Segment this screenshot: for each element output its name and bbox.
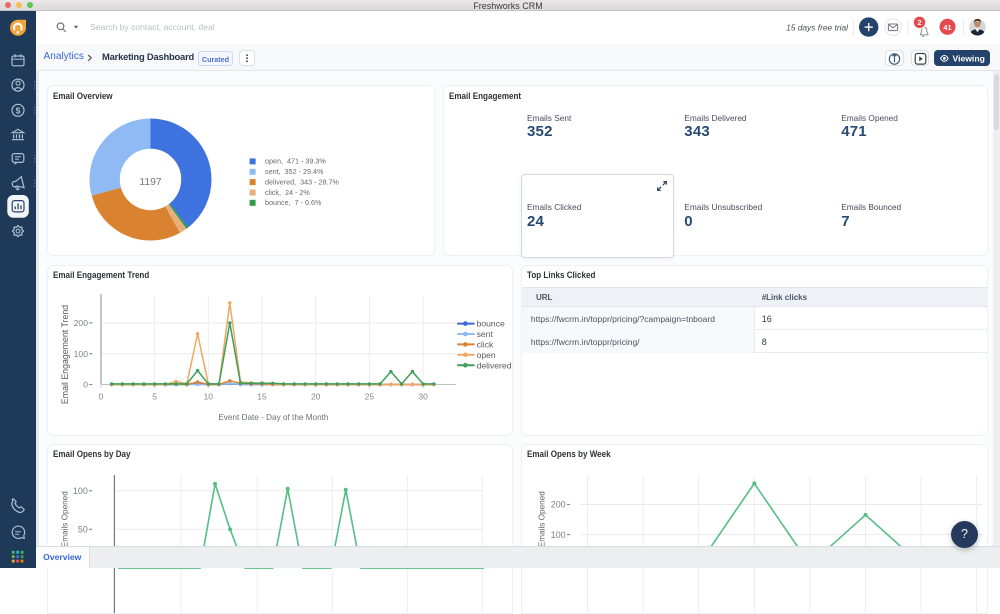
svg-text:200: 200	[551, 499, 566, 509]
svg-text:41: 41	[943, 23, 951, 32]
svg-text:open: open	[477, 349, 496, 359]
svg-text:Viewing: Viewing	[953, 53, 985, 63]
svg-text:sent, 352 - 29.4%: sent, 352 - 29.4%	[265, 167, 324, 176]
svg-text:1197: 1197	[139, 177, 162, 188]
svg-text:100: 100	[73, 486, 88, 496]
svg-text:200: 200	[74, 318, 89, 328]
svg-text:click: click	[477, 339, 494, 349]
svg-text:Search by contact, account, de: Search by contact, account, deal	[90, 22, 215, 32]
svg-text:30: 30	[418, 391, 428, 401]
svg-text:sent: sent	[477, 329, 494, 339]
svg-text:Event Date - Day of the Month: Event Date - Day of the Month	[218, 413, 329, 422]
svg-text:click, 24 - 2%: click, 24 - 2%	[265, 188, 310, 197]
svg-text:bounce, 7 - 0.6%: bounce, 7 - 0.6%	[265, 198, 322, 207]
svg-text:20: 20	[311, 391, 321, 401]
svg-text:delivered: delivered	[477, 360, 512, 370]
svg-text:open, 471 - 39.3%: open, 471 - 39.3%	[265, 157, 326, 166]
svg-text:25: 25	[365, 391, 375, 401]
svg-text:delivered, 343 - 28.7%: delivered, 343 - 28.7%	[265, 177, 340, 186]
svg-text:10: 10	[204, 391, 214, 401]
svg-text:0: 0	[99, 391, 104, 401]
svg-text:2: 2	[917, 18, 921, 27]
svg-text:100: 100	[74, 348, 89, 358]
svg-text:15 days free trial: 15 days free trial	[786, 23, 849, 33]
svg-text:bounce: bounce	[477, 318, 505, 328]
svg-text:50: 50	[78, 524, 88, 534]
svg-text:Email Engagement Trend: Email Engagement Trend	[60, 304, 70, 403]
svg-text:15: 15	[257, 391, 267, 401]
svg-text:5: 5	[152, 391, 157, 401]
svg-text:$: $	[16, 106, 21, 116]
svg-text:0: 0	[83, 379, 88, 389]
svg-text:100: 100	[551, 529, 566, 539]
